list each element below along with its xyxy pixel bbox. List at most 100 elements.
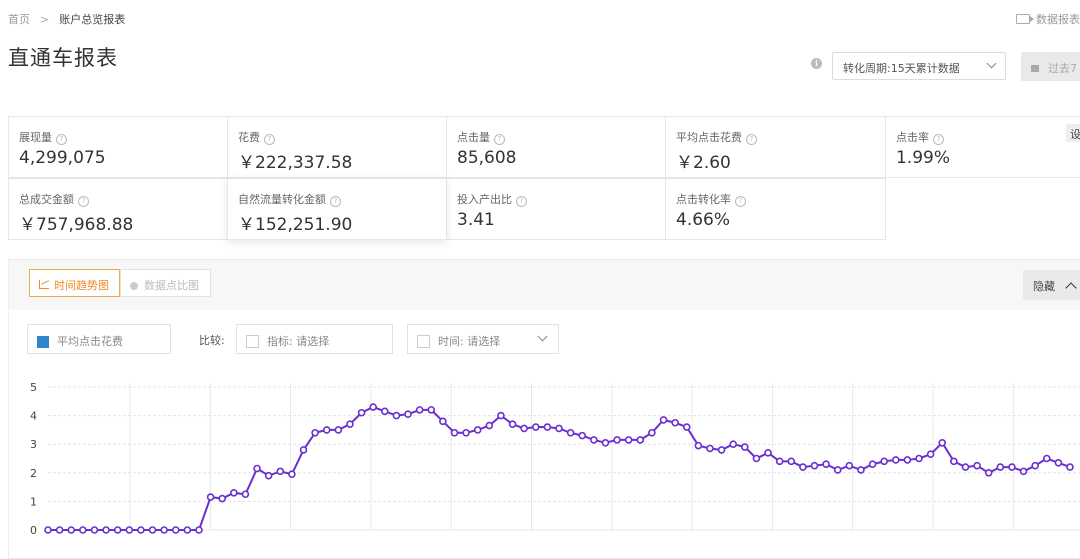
data-point: [717, 446, 726, 454]
data-point: [613, 436, 621, 444]
data-point: [996, 463, 1005, 471]
data-point: [230, 489, 238, 497]
data-point: [1066, 463, 1074, 471]
data-point: [1019, 467, 1028, 476]
data-point: [601, 438, 610, 447]
data-point: [334, 426, 343, 434]
data-point: [659, 416, 668, 424]
data-point: [206, 493, 215, 501]
data-point: [833, 466, 842, 474]
y-tick-label: 2: [30, 467, 37, 480]
data-point: [253, 464, 261, 473]
data-point: [903, 456, 912, 464]
data-point: [439, 417, 447, 426]
data-point: [44, 526, 52, 534]
data-point: [520, 424, 528, 433]
data-point: [729, 440, 738, 449]
data-point: [322, 426, 331, 434]
data-point: [880, 457, 888, 466]
data-point: [961, 463, 970, 471]
data-point: [171, 526, 180, 534]
data-point: [891, 456, 900, 464]
data-point: [671, 418, 679, 427]
metric-card-organic-conversion[interactable]: 自然流量转化金额? ￥152,251.90: [227, 178, 447, 240]
data-point: [276, 467, 285, 476]
data-point: [648, 428, 656, 437]
data-point: [299, 446, 308, 454]
y-tick-label: 1: [30, 495, 37, 508]
data-point: [973, 461, 981, 470]
data-point: [380, 407, 389, 416]
y-tick-label: 3: [30, 438, 37, 451]
data-point: [543, 423, 552, 431]
data-point: [1008, 463, 1016, 471]
data-point: [462, 428, 470, 437]
data-point: [264, 471, 273, 480]
data-point: [950, 457, 958, 466]
data-point: [566, 428, 575, 437]
data-point: [706, 444, 714, 453]
data-point: [55, 526, 64, 534]
data-point: [1031, 461, 1039, 470]
data-point: [938, 438, 947, 447]
data-point: [311, 428, 319, 437]
data-point: [427, 406, 436, 414]
data-point: [590, 436, 598, 444]
data-point: [1054, 458, 1063, 467]
data-point: [694, 441, 703, 450]
data-point: [915, 454, 923, 463]
data-point: [810, 461, 819, 470]
data-point: [160, 526, 168, 534]
data-point: [764, 448, 772, 457]
metric-label-text: 自然流量转化金额: [238, 193, 326, 206]
data-point: [369, 403, 377, 411]
data-point: [1042, 454, 1051, 463]
data-point: [485, 421, 494, 430]
data-point: [183, 526, 192, 534]
metric-label: 自然流量转化金额?: [238, 191, 341, 207]
data-point: [555, 424, 563, 433]
data-point: [578, 431, 587, 440]
data-point: [845, 461, 854, 470]
data-point: [926, 450, 935, 459]
data-point: [404, 410, 412, 418]
data-point: [984, 468, 993, 477]
data-point: [195, 526, 203, 534]
data-point: [241, 490, 250, 499]
data-point: [357, 408, 366, 417]
data-point: [497, 411, 505, 420]
data-point: [90, 526, 99, 534]
data-point: [868, 460, 877, 469]
data-point: [473, 426, 482, 434]
data-point: [102, 526, 110, 534]
data-point: [531, 423, 540, 431]
line-chart: 0 1 2 3 4 5: [30, 381, 1080, 537]
data-point: [148, 526, 157, 534]
metric-value: ￥152,251.90: [238, 215, 353, 235]
data-point: [857, 466, 865, 474]
data-point: [415, 406, 424, 414]
data-point: [346, 420, 354, 428]
data-point: [288, 470, 296, 479]
data-point: [636, 436, 645, 444]
data-point: [787, 457, 796, 466]
data-point: [682, 423, 691, 431]
data-point: [450, 428, 459, 437]
data-point: [624, 436, 633, 444]
data-point: [79, 526, 87, 534]
data-point: [113, 526, 122, 534]
y-tick-label: 4: [30, 410, 37, 423]
data-point: [67, 526, 76, 534]
data-point: [508, 420, 517, 428]
help-icon[interactable]: ?: [330, 196, 341, 207]
data-point: [775, 457, 784, 466]
data-point: [799, 463, 807, 471]
y-tick-label: 5: [30, 381, 37, 394]
data-point: [741, 443, 749, 451]
data-point: [392, 411, 401, 420]
data-point: [822, 460, 830, 469]
data-point: [752, 454, 761, 463]
data-point: [125, 526, 134, 534]
data-point: [218, 494, 227, 503]
y-tick-label: 0: [30, 524, 37, 537]
